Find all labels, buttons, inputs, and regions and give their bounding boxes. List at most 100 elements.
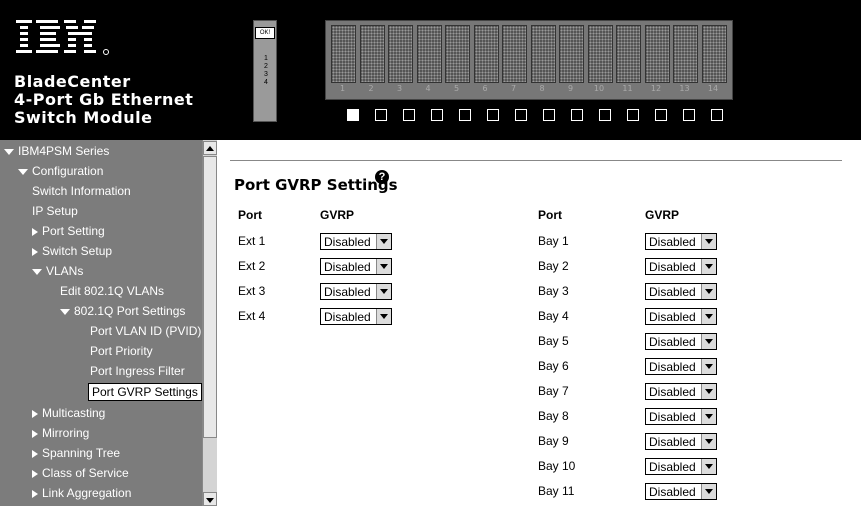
bay-indicator-box[interactable] [347, 109, 359, 121]
bay-indicator-box[interactable] [627, 109, 639, 121]
collapsed-triangle-icon [32, 429, 38, 438]
gvrp-select[interactable]: Disabled [645, 283, 717, 300]
dropdown-arrow-icon[interactable] [701, 409, 716, 424]
bay-number-label: 5 [453, 84, 460, 93]
port-label: Bay 5 [538, 334, 569, 348]
blade-bay-slot[interactable] [502, 25, 527, 83]
nav-spanning-tree[interactable]: Spanning Tree [32, 446, 120, 460]
gvrp-select[interactable]: Disabled [320, 258, 392, 275]
bay-indicator-box[interactable] [515, 109, 527, 121]
bay-number-label: 7 [510, 84, 517, 93]
dropdown-arrow-icon[interactable] [701, 484, 716, 499]
expanded-triangle-icon [32, 268, 42, 275]
header-banner: BladeCenter 4-Port Gb Ethernet Switch Mo… [0, 0, 861, 140]
dropdown-arrow-icon[interactable] [701, 384, 716, 399]
blade-bay-slot[interactable] [473, 25, 499, 83]
bay-indicator-box[interactable] [403, 109, 415, 121]
gvrp-select[interactable]: Disabled [645, 258, 717, 275]
nav-port-setting[interactable]: Port Setting [32, 224, 105, 238]
dropdown-arrow-icon[interactable] [701, 434, 716, 449]
dropdown-arrow-icon[interactable] [376, 309, 391, 324]
bay-number-label: 11 [622, 84, 633, 93]
nav-port-vlan-id[interactable]: Port VLAN ID (PVID) [90, 324, 201, 338]
dropdown-arrow-icon[interactable] [701, 334, 716, 349]
blade-bay-slot[interactable] [559, 25, 584, 83]
dropdown-arrow-icon[interactable] [376, 234, 391, 249]
nav-ip-setup[interactable]: IP Setup [32, 204, 78, 218]
dropdown-arrow-icon[interactable] [701, 284, 716, 299]
gvrp-select[interactable]: Disabled [645, 308, 717, 325]
bay-indicator-box[interactable] [431, 109, 443, 121]
gvrp-select[interactable]: Disabled [320, 283, 392, 300]
blade-bay-slot[interactable] [530, 25, 556, 83]
nav-switch-information[interactable]: Switch Information [32, 184, 131, 198]
ibm-logo [16, 18, 126, 58]
nav-edit-8021q-vlans[interactable]: Edit 802.1Q VLANs [60, 284, 164, 298]
gvrp-select[interactable]: Disabled [645, 458, 717, 475]
gvrp-select[interactable]: Disabled [645, 358, 717, 375]
blade-bay-slot[interactable] [616, 25, 641, 83]
nav-multicasting[interactable]: Multicasting [32, 406, 105, 420]
bay-indicator-box[interactable] [599, 109, 611, 121]
blade-bay-slot[interactable] [388, 25, 413, 83]
dropdown-arrow-icon[interactable] [376, 284, 391, 299]
scroll-up-arrow-icon[interactable] [203, 141, 217, 155]
module-status-label: OK! [255, 27, 275, 39]
dropdown-arrow-icon[interactable] [701, 359, 716, 374]
scrollbar-thumb[interactable] [203, 156, 217, 438]
nav-8021q-port-settings[interactable]: 802.1Q Port Settings [60, 304, 185, 318]
port-label: Bay 9 [538, 434, 569, 448]
blade-bay-slot[interactable] [701, 25, 727, 83]
nav-switch-setup[interactable]: Switch Setup [32, 244, 112, 258]
gvrp-select[interactable]: Disabled [645, 433, 717, 450]
bay-indicator-box[interactable] [655, 109, 667, 121]
gvrp-select[interactable]: Disabled [645, 333, 717, 350]
nav-link-aggregation[interactable]: Link Aggregation [32, 486, 131, 500]
bay-number-label: 4 [425, 84, 431, 93]
blade-bay-slot[interactable] [673, 25, 698, 83]
bay-indicator-box[interactable] [683, 109, 695, 121]
bay-indicator-box[interactable] [543, 109, 555, 121]
gvrp-select-value: Disabled [649, 435, 696, 449]
blade-bay-slot[interactable] [416, 25, 442, 83]
bay-number-label: 8 [539, 84, 545, 93]
gvrp-select[interactable]: Disabled [645, 383, 717, 400]
dropdown-arrow-icon[interactable] [701, 459, 716, 474]
switch-module-graphic[interactable]: OK! 1 2 3 4 [253, 20, 277, 122]
page-edge [852, 140, 861, 506]
nav-mirroring[interactable]: Mirroring [32, 426, 89, 440]
gvrp-select[interactable]: Disabled [645, 233, 717, 250]
help-icon[interactable]: ? [375, 170, 389, 184]
gvrp-select[interactable]: Disabled [320, 233, 392, 250]
blade-bay-slot[interactable] [587, 25, 613, 83]
dropdown-arrow-icon[interactable] [701, 234, 716, 249]
nav-configuration[interactable]: Configuration [18, 164, 103, 178]
column-header-gvrp: GVRP [645, 208, 680, 222]
bay-number-label: 9 [567, 84, 574, 93]
nav-port-gvrp-settings[interactable]: Port GVRP Settings [88, 383, 202, 401]
dropdown-arrow-icon[interactable] [376, 259, 391, 274]
gvrp-select[interactable]: Disabled [645, 483, 717, 500]
nav-class-of-service[interactable]: Class of Service [32, 466, 129, 480]
bay-indicator-box[interactable] [459, 109, 471, 121]
blade-bay-slot[interactable] [445, 25, 470, 83]
collapsed-triangle-icon [32, 227, 38, 236]
gvrp-select-value: Disabled [649, 235, 696, 249]
nav-ibm4psm-series[interactable]: IBM4PSM Series [4, 144, 109, 158]
blade-bay-slot[interactable] [331, 25, 356, 83]
nav-vlans[interactable]: VLANs [32, 264, 83, 278]
bay-number-label: 12 [650, 84, 662, 93]
gvrp-select[interactable]: Disabled [320, 308, 392, 325]
nav-port-priority[interactable]: Port Priority [90, 344, 153, 358]
gvrp-select[interactable]: Disabled [645, 408, 717, 425]
bay-indicator-box[interactable] [571, 109, 583, 121]
blade-bay-slot[interactable] [644, 25, 670, 83]
bay-indicator-box[interactable] [711, 109, 723, 121]
bay-indicator-box[interactable] [487, 109, 499, 121]
dropdown-arrow-icon[interactable] [701, 309, 716, 324]
scroll-down-arrow-icon[interactable] [203, 492, 217, 506]
blade-bay-slot[interactable] [359, 25, 385, 83]
dropdown-arrow-icon[interactable] [701, 259, 716, 274]
bay-indicator-box[interactable] [375, 109, 387, 121]
nav-port-ingress-filter[interactable]: Port Ingress Filter [90, 364, 185, 378]
